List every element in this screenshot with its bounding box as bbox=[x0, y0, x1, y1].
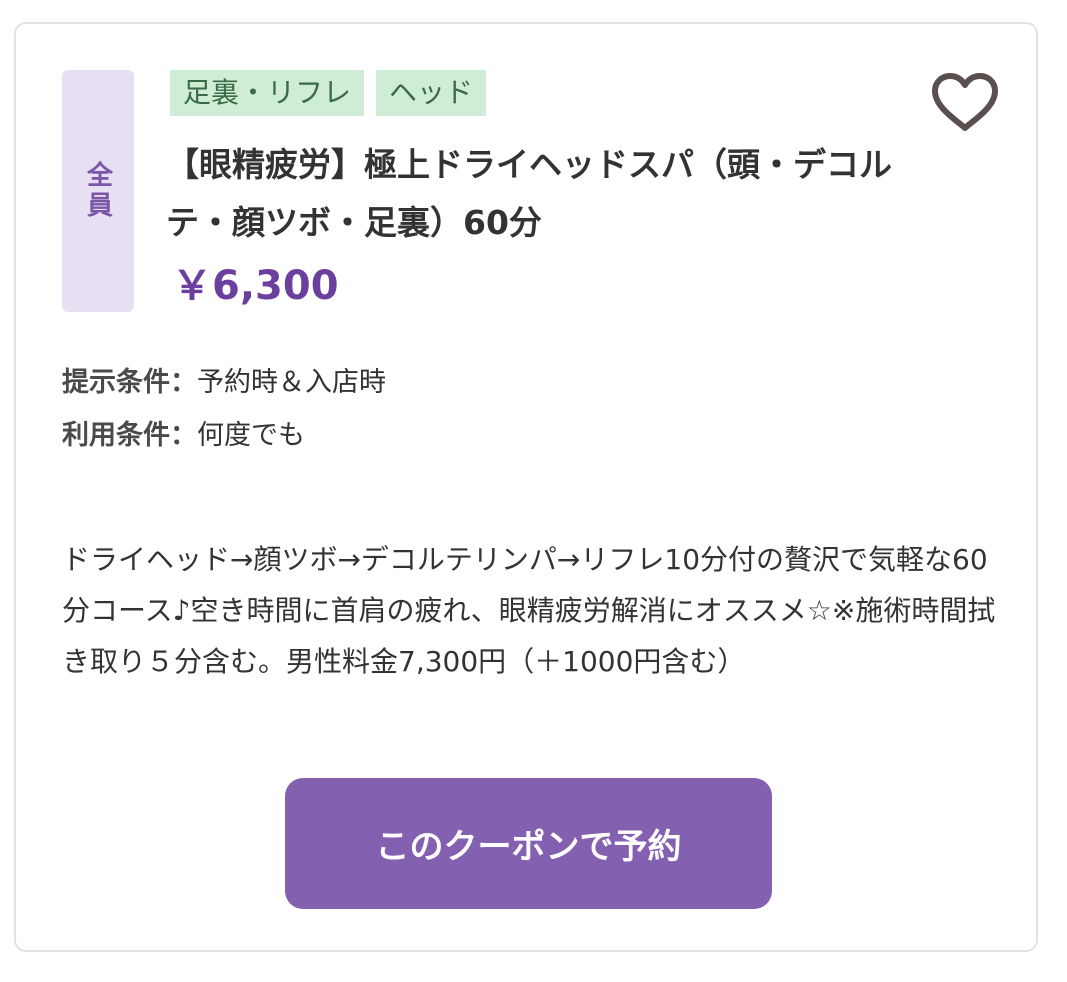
usage-condition: 利用条件：何度でも bbox=[62, 409, 386, 462]
heart-outline-icon[interactable] bbox=[929, 70, 1001, 134]
tag-head: ヘッド bbox=[376, 70, 487, 116]
coupon-conditions: 提示条件：予約時＆入店時 利用条件：何度でも bbox=[62, 356, 386, 462]
coupon-price: ￥6,300 bbox=[172, 263, 339, 309]
target-label: 全員 bbox=[82, 161, 113, 221]
presentation-condition-label: 提示条件： bbox=[62, 367, 197, 398]
presentation-condition-value: 予約時＆入店時 bbox=[197, 367, 386, 398]
usage-condition-value: 何度でも bbox=[197, 420, 305, 451]
usage-condition-label: 利用条件： bbox=[62, 420, 197, 451]
presentation-condition: 提示条件：予約時＆入店時 bbox=[62, 356, 386, 409]
coupon-description: ドライヘッド→顔ツボ→デコルテリンパ→リフレ10分付の贅沢で気軽な60分コース♪… bbox=[62, 543, 996, 678]
target-badge: 全員 bbox=[62, 70, 134, 312]
tag-foot-reflexology: 足裏・リフレ bbox=[170, 70, 365, 116]
category-tags: 足裏・リフレ ヘッド bbox=[170, 70, 487, 116]
reserve-with-coupon-button[interactable]: このクーポンで予約 bbox=[285, 778, 772, 909]
coupon-title: 【眼精疲労】極上ドライヘッドスパ（頭・デコルテ・顔ツボ・足裏）60分 bbox=[166, 145, 892, 242]
favorite-button[interactable] bbox=[929, 70, 1001, 134]
